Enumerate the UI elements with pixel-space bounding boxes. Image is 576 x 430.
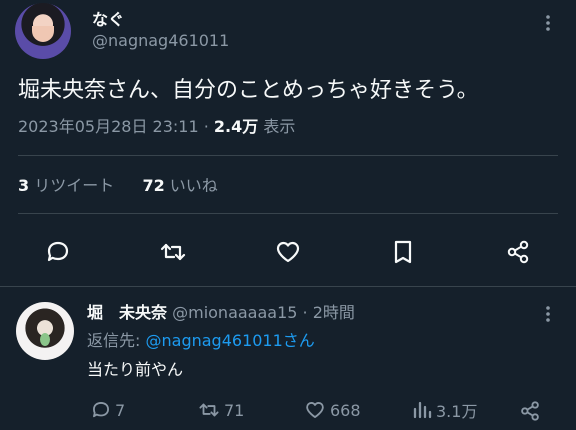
reply-retweet-stat[interactable]: 71 bbox=[197, 398, 244, 422]
reply-views-stat[interactable]: 3.1万 bbox=[411, 398, 477, 422]
like-icon[interactable] bbox=[274, 238, 302, 266]
like-label: いいね bbox=[169, 176, 218, 195]
reply-author-avatar[interactable] bbox=[16, 302, 74, 360]
tweet-meta: 2023年05月28日 23:11 · 2.4万 表示 bbox=[18, 115, 295, 139]
more-icon[interactable] bbox=[538, 12, 558, 34]
tweet-author-name[interactable]: なぐ bbox=[92, 10, 124, 30]
tweet-stats: 3 リツイート 72 いいね bbox=[18, 174, 218, 198]
retweet-count: 3 bbox=[18, 176, 30, 195]
retweet-label: リツイート bbox=[34, 176, 115, 195]
reply-time[interactable]: · 2時間 bbox=[303, 303, 355, 322]
reply-author-handle[interactable]: @mionaaaaa15 bbox=[172, 303, 297, 322]
tweet-text: 堀未央奈さん、自分のことめっちゃ好きそう。 bbox=[18, 78, 479, 103]
divider bbox=[18, 213, 558, 214]
retweet-icon[interactable] bbox=[158, 238, 188, 266]
reply-reply-stat[interactable]: 7 bbox=[90, 398, 125, 422]
reply-reply-count: 7 bbox=[115, 400, 126, 420]
reply-to-label: 返信先: bbox=[87, 331, 141, 350]
divider bbox=[0, 286, 576, 287]
reply-icon bbox=[90, 399, 112, 421]
views-count: 2.4万 bbox=[213, 117, 259, 136]
retweet-stat[interactable]: 3 リツイート bbox=[18, 176, 119, 195]
author-avatar[interactable] bbox=[15, 3, 71, 59]
like-count: 72 bbox=[142, 176, 165, 195]
views-label: 表示 bbox=[263, 117, 296, 136]
share-icon[interactable] bbox=[518, 399, 542, 423]
reply-to-handle[interactable]: @nagnag461011さん bbox=[146, 331, 315, 350]
reply-to-line: 返信先: @nagnag461011さん bbox=[87, 330, 315, 352]
reply-header: 堀 未央奈 @mionaaaaa15 · 2時間 bbox=[87, 302, 355, 324]
like-icon bbox=[303, 399, 327, 421]
reply-text: 当たり前やん bbox=[87, 360, 184, 379]
reply-views-count: 3.1万 bbox=[436, 402, 478, 421]
meta-separator: · bbox=[203, 117, 209, 136]
views-icon bbox=[411, 399, 433, 421]
share-icon[interactable] bbox=[504, 238, 532, 266]
reply-icon[interactable] bbox=[44, 238, 72, 266]
reply-like-count: 668 bbox=[330, 400, 361, 420]
reply-like-stat[interactable]: 668 bbox=[303, 398, 361, 422]
reply-author-name[interactable]: 堀 未央奈 bbox=[87, 303, 167, 322]
tweet-timestamp[interactable]: 2023年05月28日 23:11 bbox=[18, 117, 199, 136]
reply-retweet-count: 71 bbox=[224, 400, 245, 420]
retweet-icon bbox=[197, 399, 221, 421]
divider bbox=[18, 155, 558, 156]
tweet-author-handle[interactable]: @nagnag461011 bbox=[92, 31, 229, 51]
like-stat[interactable]: 72 いいね bbox=[142, 176, 217, 195]
more-icon[interactable] bbox=[538, 303, 558, 325]
bookmark-icon[interactable] bbox=[390, 238, 416, 266]
